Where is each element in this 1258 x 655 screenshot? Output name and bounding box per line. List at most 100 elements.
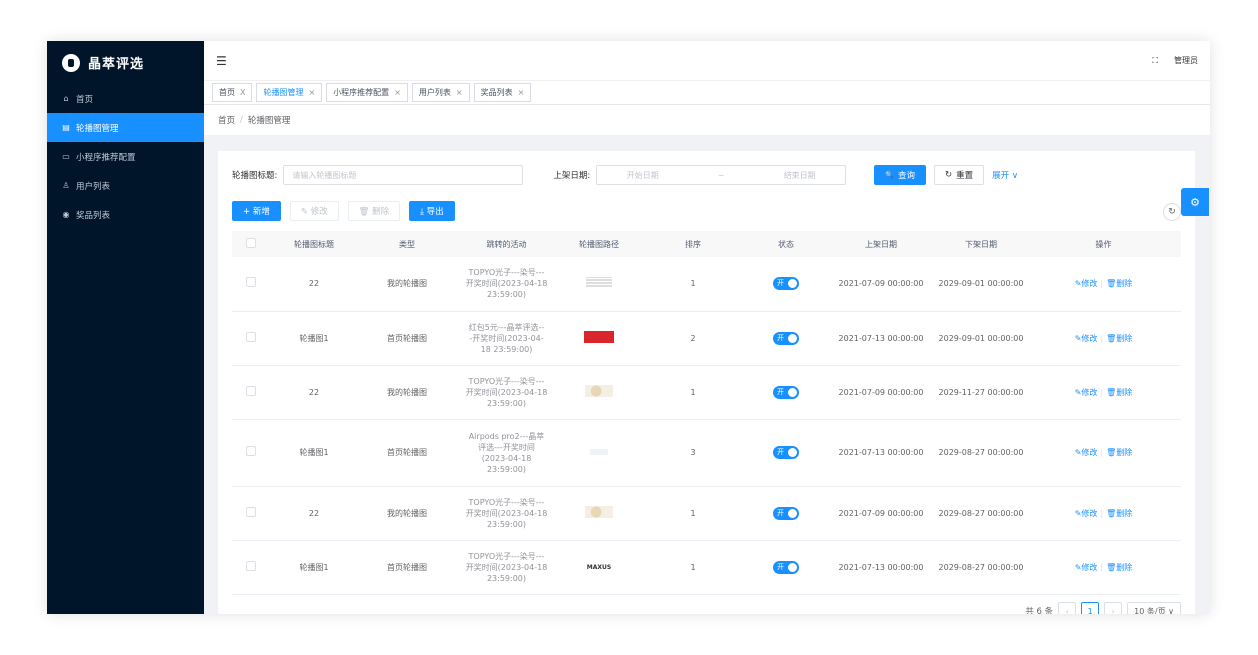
page-number-button[interactable]: 1 (1081, 602, 1100, 614)
row-edit-link[interactable]: ✎修改 (1075, 448, 1098, 457)
cell-status: 开 (746, 365, 826, 420)
tab[interactable]: 轮播图管理 × (256, 83, 323, 102)
cell-activity: TOPYO光子---染号--- 开奖时间(2023-04-18 23:59:00) (455, 365, 558, 420)
tab[interactable]: 首页 X (212, 83, 253, 102)
next-page-button[interactable]: › (1104, 602, 1123, 614)
expand-link[interactable]: 展开 ∨ (992, 169, 1018, 181)
cell-sort: 2 (640, 311, 746, 366)
sidebar-item-icon: ▭ (62, 152, 70, 161)
page-size-select[interactable]: 10 条/页 ∨ (1127, 602, 1181, 614)
status-toggle[interactable]: 开 (773, 385, 799, 399)
cell-start-date: 2021-07-13 00:00:00 (826, 419, 936, 487)
row-delete-link[interactable]: 🗑删除 (1106, 448, 1132, 457)
close-icon[interactable]: × (394, 88, 401, 97)
cell-end-date: 2029-08-27 00:00:00 (936, 486, 1026, 541)
row-edit-link[interactable]: ✎修改 (1075, 563, 1098, 572)
activity-line: 开奖时间(2023-04-18 (465, 279, 548, 289)
cell-type: 我的轮播图 (359, 365, 455, 420)
table-row: 轮播图1 首页轮播图 TOPYO光子---染号--- 开奖时间(2023-04-18 2… (232, 540, 1181, 595)
banner-thumbnail[interactable] (590, 449, 608, 455)
banner-thumbnail[interactable] (585, 384, 613, 397)
breadcrumb-home[interactable]: 首页 (218, 114, 235, 126)
export-button[interactable]: ⤓ 导出 (409, 201, 455, 221)
cell-actions: ✎修改 | 🗑删除 (1026, 257, 1181, 312)
banner-thumbnail[interactable] (586, 277, 612, 288)
sidebar-item[interactable]: ⌂ 首页 (47, 84, 204, 113)
cell-actions: ✎修改 | 🗑删除 (1026, 365, 1181, 420)
status-toggle[interactable]: 开 (773, 446, 799, 459)
refresh-icon[interactable]: ↻ (1163, 203, 1181, 221)
activity-line: 红包5元---晶萃评选-- (468, 322, 545, 332)
row-delete-link[interactable]: 🗑删除 (1106, 279, 1132, 288)
row-edit-link[interactable]: ✎修改 (1075, 509, 1098, 518)
tab[interactable]: 奖品列表 × (473, 83, 532, 102)
status-toggle[interactable]: 开 (773, 331, 799, 345)
cell-title: 轮播图1 (269, 419, 359, 487)
banner-thumbnail[interactable]: MAXUS (587, 562, 611, 573)
edit-button[interactable]: ✎ 修改 (289, 201, 339, 221)
search-form: 轮播图标题: 请输入轮播图标题 上架日期: 开始日期 ~ 结束日期 🔍 查询 ↻… (232, 165, 1018, 185)
status-toggle[interactable]: 开 (773, 560, 799, 574)
tab[interactable]: 用户列表 × (411, 83, 470, 102)
cell-title: 22 (269, 365, 359, 420)
cell-image: MAXUS (558, 540, 640, 595)
row-delete-link[interactable]: 🗑删除 (1106, 509, 1132, 518)
row-checkbox[interactable] (245, 385, 256, 396)
sidebar-item[interactable]: ▤ 轮播图管理 (47, 113, 204, 142)
row-checkbox-cell (232, 419, 269, 487)
close-icon[interactable]: × (518, 88, 525, 97)
tab[interactable]: 小程序推荐配置 × (326, 83, 408, 102)
row-edit-link[interactable]: ✎修改 (1075, 279, 1098, 288)
query-button[interactable]: 🔍 查询 (874, 165, 926, 185)
row-checkbox[interactable] (245, 506, 256, 517)
row-checkbox[interactable] (245, 277, 256, 288)
row-delete-link[interactable]: 🗑删除 (1106, 388, 1132, 397)
hamburger-icon[interactable]: ☰ (216, 54, 227, 68)
prev-page-button[interactable]: ‹ (1058, 602, 1077, 614)
cell-end-date: 2029-09-01 00:00:00 (936, 257, 1026, 312)
select-all-checkbox[interactable] (245, 238, 256, 248)
cell-activity: 红包5元---晶萃评选-- -开奖时间(2023-04- 18 23:59:00) (455, 311, 558, 366)
row-checkbox[interactable] (245, 446, 256, 456)
sidebar-item-icon: ▤ (62, 123, 70, 132)
date-range-picker[interactable]: 开始日期 ~ 结束日期 (596, 165, 847, 185)
row-checkbox[interactable] (245, 560, 256, 571)
cell-start-date: 2021-07-13 00:00:00 (826, 311, 936, 366)
reset-button[interactable]: ↻ 重置 (933, 165, 985, 185)
status-toggle[interactable]: 开 (773, 277, 799, 291)
settings-gear-icon[interactable]: ⚙ (1181, 188, 1209, 216)
close-icon[interactable]: × (456, 88, 463, 97)
cell-end-date: 2029-08-27 00:00:00 (936, 540, 1026, 595)
cell-sort: 1 (640, 486, 746, 541)
sidebar-item[interactable]: ▭ 小程序推荐配置 (47, 142, 204, 171)
title-search-label: 轮播图标题: (232, 171, 278, 181)
end-date-input[interactable]: 结束日期 (784, 170, 816, 181)
row-checkbox-cell (232, 257, 269, 312)
tab-label: 奖品列表 (480, 88, 513, 97)
activity-line: 开奖时间(2023-04-18 (465, 508, 548, 518)
title-search-input[interactable]: 请输入轮播图标题 (283, 165, 524, 185)
row-delete-link[interactable]: 🗑删除 (1106, 334, 1132, 343)
banner-thumbnail[interactable] (585, 505, 613, 518)
banner-thumbnail[interactable] (584, 330, 614, 343)
sidebar-item[interactable]: ♙ 用户列表 (47, 171, 204, 200)
row-delete-link[interactable]: 🗑删除 (1106, 563, 1132, 572)
close-icon[interactable]: X (240, 88, 245, 97)
add-button[interactable]: + 新增 (232, 201, 281, 221)
cell-actions: ✎修改 | 🗑删除 (1026, 419, 1181, 487)
cell-end-date: 2029-11-27 00:00:00 (936, 365, 1026, 420)
cell-title: 22 (269, 486, 359, 541)
fullscreen-icon[interactable]: ⛶ (1152, 56, 1158, 66)
sidebar-item[interactable]: ◉ 奖品列表 (47, 200, 204, 229)
row-edit-link[interactable]: ✎修改 (1075, 388, 1098, 397)
close-icon[interactable]: × (308, 88, 315, 97)
delete-button[interactable]: 🗑 删除 (347, 201, 401, 221)
activity-line: 开奖时间(2023-04-18 (465, 562, 548, 572)
topbar: ☰ ⛶ 管理员 (204, 41, 1210, 81)
start-date-input[interactable]: 开始日期 (627, 170, 659, 181)
row-edit-link[interactable]: ✎修改 (1075, 334, 1098, 343)
row-checkbox[interactable] (245, 331, 256, 342)
activity-line: TOPYO光子---染号--- (468, 497, 545, 507)
status-toggle[interactable]: 开 (773, 506, 799, 520)
user-menu[interactable]: 管理员 (1174, 55, 1198, 66)
